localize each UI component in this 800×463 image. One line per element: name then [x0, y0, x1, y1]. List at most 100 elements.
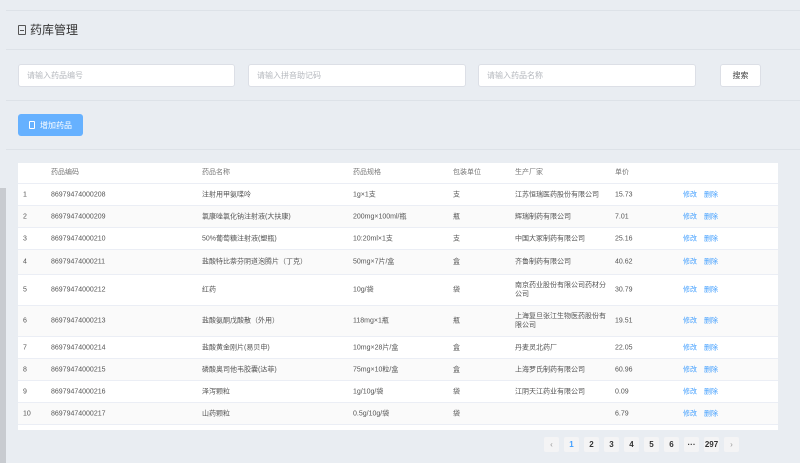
drug-price: 25.16	[615, 235, 633, 242]
search-divider	[6, 100, 800, 101]
drug-spec: 10:20ml×1支	[353, 235, 393, 242]
pinyin-code-input[interactable]	[248, 64, 466, 87]
page-4-button[interactable]: 4	[624, 437, 639, 452]
page-1-button[interactable]: 1	[564, 437, 579, 452]
row-index: 1	[23, 191, 27, 198]
drug-code: 86979474000210	[51, 235, 106, 242]
page: 药库管理 搜索 增加药品 药品编码 药品名称 药品规格 包装单位 生产厂家 单价…	[6, 0, 800, 463]
drug-name: 泽泻颗粒	[202, 388, 230, 395]
drug-maker: 上海罗氏制药有限公司	[515, 366, 585, 373]
add-drug-button[interactable]: 增加药品	[18, 114, 83, 136]
drug-maker: 辉瑞制药有限公司	[515, 213, 571, 220]
drug-spec: 50mg×7片/盒	[353, 258, 395, 266]
drug-maker: 丹麦灵北药厂	[515, 344, 557, 351]
drug-spec: 200mg×100ml/瓶	[353, 213, 407, 220]
edit-link[interactable]: 修改	[683, 234, 697, 243]
drug-maker: 南京药业股份有限公司药材分公司	[515, 282, 606, 298]
drug-code: 86979474000212	[51, 286, 106, 294]
drug-code-input[interactable]	[18, 64, 235, 87]
more-pages-button[interactable]: ···	[684, 437, 699, 452]
row-index: 6	[23, 317, 27, 325]
delete-link[interactable]: 删除	[704, 387, 718, 396]
page-6-button[interactable]: 6	[664, 437, 679, 452]
row-index: 3	[23, 235, 27, 242]
drug-name-input[interactable]	[478, 64, 696, 87]
edit-link[interactable]: 修改	[683, 343, 697, 352]
table-row: 3 86979474000210 50%葡萄糖注射液(塑瓶) 10:20ml×1支 支 中…	[18, 228, 778, 250]
drug-unit: 支	[453, 191, 460, 198]
drug-maker: 江阴天江药业有限公司	[515, 388, 585, 395]
row-index: 9	[23, 388, 27, 395]
top-divider	[6, 10, 800, 11]
drug-spec: 1g/10g/袋	[353, 388, 384, 395]
delete-link[interactable]: 删除	[704, 317, 718, 326]
edit-link[interactable]: 修改	[683, 317, 697, 326]
row-index: 2	[23, 213, 27, 220]
page-2-button[interactable]: 2	[584, 437, 599, 452]
drug-maker: 上海复旦张江生物医药股份有限公司	[515, 313, 606, 329]
table-row: 5 86979474000212 红药 10g/袋 袋 南京药业股份有限公司药材分公司 30…	[18, 275, 778, 306]
search-button[interactable]: 搜索	[720, 64, 761, 87]
drug-spec: 1g×1支	[353, 191, 376, 198]
drug-price: 6.79	[615, 410, 629, 417]
col-spec-header: 药品规格	[353, 169, 381, 176]
page-3-button[interactable]: 3	[604, 437, 619, 452]
row-index: 7	[23, 344, 27, 351]
col-price-header: 单价	[615, 169, 629, 176]
delete-link[interactable]: 删除	[704, 190, 718, 199]
drug-spec: 75mg×10粒/盒	[353, 366, 399, 373]
edit-link[interactable]: 修改	[683, 190, 697, 199]
col-name-header: 药品名称	[202, 169, 230, 176]
next-page-button[interactable]: ›	[724, 437, 739, 452]
row-index: 8	[23, 366, 27, 373]
prev-page-button[interactable]: ‹	[544, 437, 559, 452]
drug-unit: 瓶	[453, 213, 460, 220]
drug-unit: 袋	[453, 410, 460, 417]
page-title: 药库管理	[18, 21, 78, 38]
drug-name: 红药	[202, 286, 216, 294]
drug-code: 86979474000211	[51, 258, 105, 266]
drug-price: 30.79	[615, 286, 633, 294]
drug-name: 注射用甲氨喋呤	[202, 191, 251, 198]
table-row: 9 86979474000216 泽泻颗粒 1g/10g/袋 袋 江阴天江药业有限公司 0.…	[18, 381, 778, 403]
page-last-button[interactable]: 297	[704, 437, 719, 452]
drug-name: 山药颗粒	[202, 410, 230, 417]
add-drug-label: 增加药品	[40, 120, 72, 130]
drug-name: 50%葡萄糖注射液(塑瓶)	[202, 235, 277, 242]
drug-unit: 袋	[453, 286, 460, 294]
col-unit-header: 包装单位	[453, 169, 481, 176]
delete-link[interactable]: 删除	[704, 234, 718, 243]
delete-link[interactable]: 删除	[704, 343, 718, 352]
drug-spec: 10g/袋	[353, 286, 374, 294]
delete-link[interactable]: 删除	[704, 365, 718, 374]
delete-link[interactable]: 删除	[704, 409, 718, 418]
toolbar-divider	[6, 149, 800, 150]
edit-link[interactable]: 修改	[683, 286, 697, 295]
delete-link[interactable]: 删除	[704, 212, 718, 221]
table-row: 2 86979474000209 氯康唑氯化钠注射液(大扶康) 200mg×100ml…	[18, 206, 778, 228]
table-header: 药品编码 药品名称 药品规格 包装单位 生产厂家 单价	[18, 163, 778, 184]
drug-spec: 118mg×1瓶	[353, 317, 389, 325]
edit-link[interactable]: 修改	[683, 258, 697, 267]
drug-price: 0.09	[615, 388, 629, 395]
col-maker-header: 生产厂家	[515, 169, 543, 176]
edit-link[interactable]: 修改	[683, 387, 697, 396]
drug-code: 86979474000217	[51, 410, 106, 417]
drug-name: 盐酸特比萘芬阴道泡腾片（丁克）	[202, 258, 307, 266]
drug-table: 药品编码 药品名称 药品规格 包装单位 生产厂家 单价 1 86979474000…	[18, 163, 778, 430]
page-title-text: 药库管理	[30, 23, 79, 37]
drug-unit: 盒	[453, 258, 460, 266]
edit-link[interactable]: 修改	[683, 365, 697, 374]
drug-unit: 盒	[453, 344, 460, 351]
drug-price: 60.96	[615, 366, 633, 373]
table-row: 1 86979474000208 注射用甲氨喋呤 1g×1支 支 江苏恒瑞医药股份有限公司…	[18, 184, 778, 206]
delete-link[interactable]: 删除	[704, 258, 718, 267]
page-5-button[interactable]: 5	[644, 437, 659, 452]
pagination: ‹ 1 2 3 4 5 6 ··· 297 ›	[544, 437, 744, 452]
drug-price: 15.73	[615, 191, 633, 198]
edit-link[interactable]: 修改	[683, 212, 697, 221]
drug-maker: 江苏恒瑞医药股份有限公司	[515, 191, 599, 198]
drug-name: 氯康唑氯化钠注射液(大扶康)	[202, 213, 291, 220]
edit-link[interactable]: 修改	[683, 409, 697, 418]
delete-link[interactable]: 删除	[704, 286, 718, 295]
